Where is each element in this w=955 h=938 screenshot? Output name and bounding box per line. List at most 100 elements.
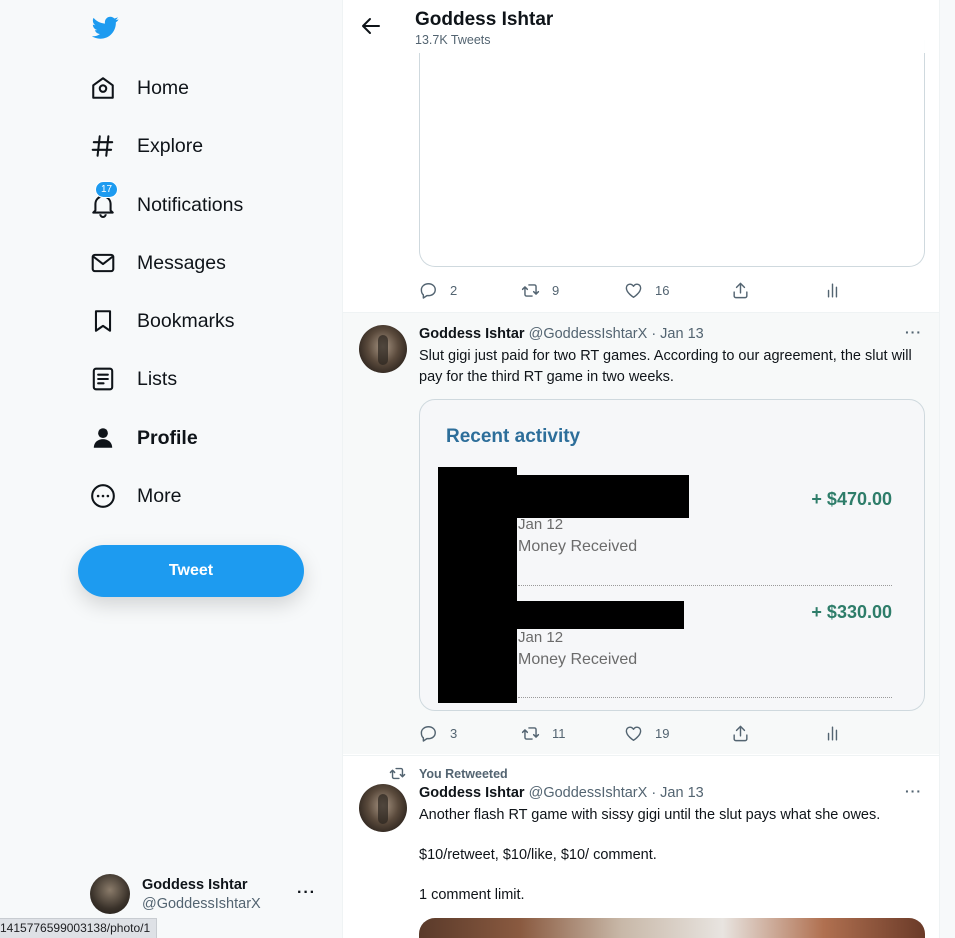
more-circle-icon [90, 483, 116, 509]
nav-label: Lists [137, 367, 178, 390]
tweet-text-line: $10/retweet, $10/like, $10/ comment. [419, 847, 657, 863]
back-arrow-icon[interactable] [359, 14, 383, 38]
bell-icon: 17 [90, 181, 119, 218]
account-name: Goddess Ishtar [142, 876, 248, 893]
nav-messages[interactable]: Messages [78, 239, 238, 287]
like-button[interactable]: 16 [624, 281, 669, 300]
heart-icon [625, 725, 642, 741]
divider [343, 755, 939, 756]
reply-button[interactable]: 3 [419, 724, 457, 743]
like-count: 19 [655, 725, 670, 741]
main-timeline: Goddess Ishtar 13.7K Tweets 2 9 16 Godde… [342, 0, 940, 938]
nav-explore[interactable]: Explore [78, 122, 215, 170]
nav-lists[interactable]: Lists [78, 355, 189, 403]
hashtag-icon [90, 133, 116, 159]
transaction-date: Jan 12 [518, 516, 564, 533]
nav-label: Messages [137, 251, 226, 274]
link-status-bar: 1415776599003138/photo/1 [0, 918, 158, 938]
share-button[interactable] [731, 724, 750, 743]
like-button[interactable]: 19 [624, 724, 669, 743]
avatar [90, 874, 130, 914]
twitter-logo-icon[interactable] [89, 14, 121, 42]
more-dots-icon[interactable]: ··· [905, 324, 922, 340]
transaction-description: Money Received [518, 538, 638, 555]
tweet-meta[interactable]: @GoddessIshtarX · Jan 13 [529, 785, 704, 801]
share-button[interactable] [731, 281, 750, 300]
retweet-count: 9 [552, 282, 560, 298]
analytics-button[interactable] [823, 724, 842, 743]
share-icon [733, 282, 748, 298]
bookmark-icon [90, 308, 116, 334]
nav-label: Bookmarks [137, 309, 235, 332]
tweet-text-line: 1 comment limit. [419, 887, 525, 903]
nav-profile[interactable]: Profile [78, 414, 210, 462]
nav-bookmarks[interactable]: Bookmarks [78, 297, 247, 345]
avatar[interactable] [359, 784, 407, 832]
nav-label: Profile [137, 426, 198, 449]
reply-count: 3 [450, 725, 458, 741]
transaction-description: Money Received [518, 651, 638, 668]
tweet-actions: 3 11 19 [419, 722, 849, 744]
tweet-text: Slut gigi just paid for two RT games. Ac… [419, 348, 912, 385]
retweet-icon [521, 726, 540, 740]
reply-icon [420, 282, 436, 299]
tweet-button[interactable]: Tweet [78, 545, 304, 597]
nav-more[interactable]: More [78, 472, 193, 520]
transaction-amount: + $470.00 [811, 489, 892, 509]
nav-label: Notifications [137, 193, 244, 216]
card-title: Recent activity [446, 426, 581, 447]
transaction-amount: + $330.00 [811, 602, 892, 622]
tweet-media[interactable] [419, 40, 925, 267]
redaction-block [517, 601, 684, 629]
sidebar: Home Explore 17 Notifications Messages B… [0, 0, 342, 938]
tweet-header: Goddess Ishtar @GoddessIshtarX · Jan 13 [419, 785, 704, 801]
redaction-block [517, 475, 689, 518]
tweet-author-name[interactable]: Goddess Ishtar [419, 785, 525, 801]
right-gutter [940, 0, 955, 938]
avatar[interactable] [359, 325, 407, 373]
like-count: 16 [655, 282, 670, 298]
tweet-actions: 2 9 16 [419, 279, 849, 301]
tweet-count: 13.7K Tweets [415, 33, 491, 47]
retweet-icon [521, 283, 540, 297]
analytics-icon [827, 725, 838, 741]
page-title: Goddess Ishtar [415, 9, 554, 30]
retweet-context: You Retweeted [389, 765, 508, 782]
retweet-button[interactable]: 11 [521, 724, 566, 743]
tweet-media[interactable] [419, 918, 925, 938]
reply-button[interactable]: 2 [419, 281, 457, 300]
transaction-date: Jan 12 [518, 629, 564, 646]
envelope-icon [90, 250, 116, 276]
nav-label: Explore [137, 134, 204, 157]
notification-badge: 17 [95, 181, 119, 198]
nav-label: Home [137, 76, 190, 99]
redaction-block [438, 467, 517, 703]
tweet-text-line: Another flash RT game with sissy gigi un… [419, 807, 881, 823]
retweet-count: 11 [552, 725, 566, 741]
nav-notifications[interactable]: 17 Notifications [78, 181, 255, 229]
home-icon [90, 75, 116, 101]
retweet-button[interactable]: 9 [521, 281, 559, 300]
nav-home[interactable]: Home [78, 64, 201, 112]
reply-icon [420, 725, 436, 742]
reply-count: 2 [450, 282, 458, 298]
person-icon [90, 425, 116, 451]
analytics-button[interactable] [823, 281, 842, 300]
more-dots-icon[interactable]: ··· [905, 783, 922, 799]
account-handle: @GoddessIshtarX [142, 895, 261, 912]
profile-header: Goddess Ishtar 13.7K Tweets [343, 0, 939, 53]
analytics-icon [827, 282, 838, 298]
tweet-header: Goddess Ishtar @GoddessIshtarX · Jan 13 [419, 326, 704, 342]
more-dots-icon[interactable]: ··· [297, 884, 316, 902]
list-icon [90, 366, 116, 392]
divider [518, 697, 892, 698]
tweet-author-name[interactable]: Goddess Ishtar [419, 326, 525, 342]
share-icon [733, 725, 748, 741]
retweet-context-label: You Retweeted [419, 766, 508, 781]
divider [518, 585, 892, 586]
attached-image[interactable]: Recent activity Jan 12 Money Received + … [419, 399, 925, 711]
tweet-meta[interactable]: @GoddessIshtarX · Jan 13 [529, 326, 704, 342]
account-switcher[interactable]: Goddess Ishtar @GoddessIshtarX ··· [90, 872, 330, 916]
nav-label: More [137, 484, 182, 507]
heart-icon [625, 282, 642, 298]
